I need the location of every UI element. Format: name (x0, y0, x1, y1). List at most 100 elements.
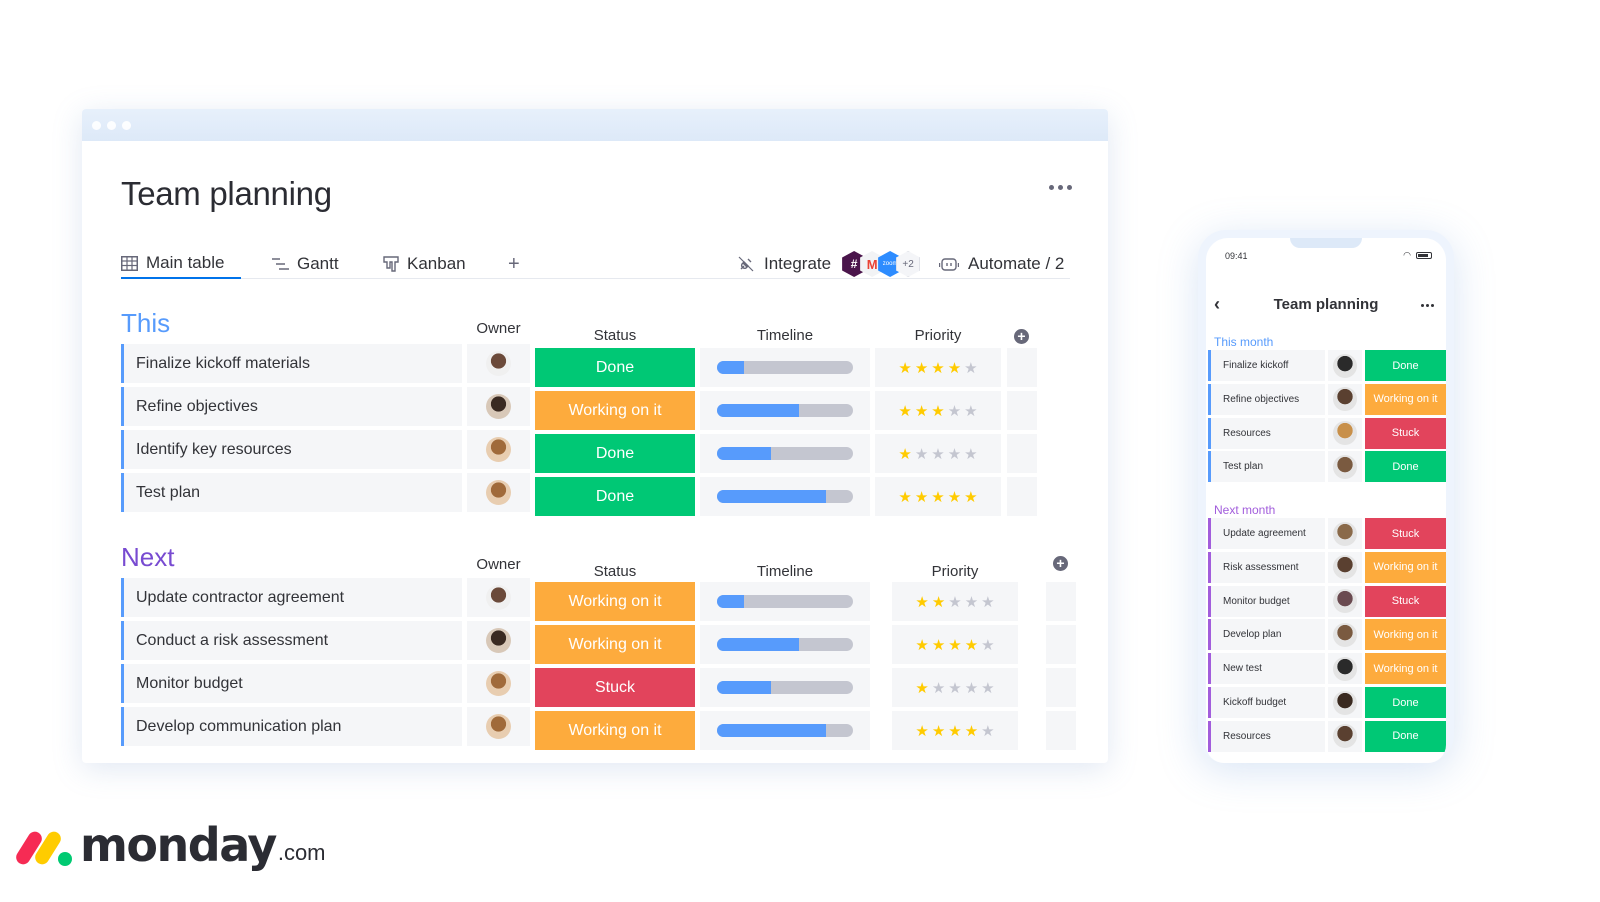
timeline-bar[interactable] (717, 724, 853, 737)
status-badge[interactable]: Working on it (535, 391, 695, 430)
star-icon[interactable]: ★ (915, 488, 928, 506)
star-icon[interactable]: ★ (981, 679, 994, 697)
phone-item-name[interactable]: Risk assessment (1208, 551, 1325, 583)
avatar[interactable] (1333, 555, 1357, 580)
avatar[interactable] (486, 585, 511, 610)
star-icon[interactable]: ★ (981, 593, 994, 611)
timeline-bar[interactable] (717, 404, 853, 417)
item-name[interactable]: Conduct a risk assessment (121, 621, 462, 660)
status-badge[interactable]: Working on it (535, 625, 695, 664)
item-name[interactable]: Test plan (121, 473, 462, 512)
star-icon[interactable]: ★ (948, 679, 961, 697)
star-icon[interactable]: ★ (931, 402, 944, 420)
avatar[interactable] (486, 714, 511, 739)
star-icon[interactable]: ★ (915, 445, 928, 463)
add-view-button[interactable]: + (508, 249, 520, 279)
phone-item-name[interactable]: Refine objectives (1208, 383, 1325, 415)
star-icon[interactable]: ★ (965, 679, 978, 697)
star-icon[interactable]: ★ (915, 359, 928, 377)
avatar[interactable] (486, 628, 511, 653)
empty-cell[interactable] (1046, 668, 1076, 707)
avatar[interactable] (1333, 353, 1357, 378)
tab-gantt[interactable]: Gantt (272, 249, 339, 279)
add-column-button[interactable]: + (1053, 556, 1068, 571)
phone-status-badge[interactable]: Stuck (1365, 585, 1446, 617)
star-icon[interactable]: ★ (965, 593, 978, 611)
phone-status-badge[interactable]: Done (1365, 687, 1446, 718)
star-icon[interactable]: ★ (965, 722, 978, 740)
avatar[interactable] (1333, 387, 1357, 412)
empty-cell[interactable] (1007, 477, 1037, 516)
star-icon[interactable]: ★ (931, 445, 944, 463)
star-icon[interactable]: ★ (915, 636, 928, 654)
item-name[interactable]: Develop communication plan (121, 707, 462, 746)
timeline-bar[interactable] (717, 447, 853, 460)
phone-status-badge[interactable]: Working on it (1365, 383, 1446, 415)
star-icon[interactable]: ★ (915, 679, 928, 697)
star-icon[interactable]: ★ (948, 488, 961, 506)
integrate-button[interactable]: Integrate # M zoom +2 (737, 249, 921, 279)
star-icon[interactable]: ★ (915, 722, 928, 740)
phone-item-name[interactable]: Finalize kickoff (1208, 350, 1325, 381)
timeline-bar[interactable] (717, 638, 853, 651)
empty-cell[interactable] (1046, 582, 1076, 621)
phone-item-name[interactable]: Develop plan (1208, 619, 1325, 651)
more-options-button[interactable] (1049, 185, 1072, 190)
avatar[interactable] (1333, 589, 1357, 614)
phone-status-badge[interactable]: Stuck (1365, 518, 1446, 549)
timeline-bar[interactable] (717, 361, 853, 374)
phone-item-name[interactable]: Update agreement (1208, 518, 1325, 549)
star-icon[interactable]: ★ (964, 445, 977, 463)
phone-item-name[interactable]: Resources (1208, 417, 1325, 449)
avatar[interactable] (486, 480, 511, 505)
avatar[interactable] (1333, 521, 1357, 546)
star-icon[interactable]: ★ (948, 402, 961, 420)
star-icon[interactable]: ★ (932, 636, 945, 654)
status-badge[interactable]: Stuck (535, 668, 695, 707)
star-icon[interactable]: ★ (981, 636, 994, 654)
empty-cell[interactable] (1007, 434, 1037, 473)
star-icon[interactable]: ★ (931, 488, 944, 506)
empty-cell[interactable] (1007, 348, 1037, 387)
star-icon[interactable]: ★ (948, 445, 961, 463)
empty-cell[interactable] (1046, 625, 1076, 664)
phone-group-title[interactable]: This month (1214, 335, 1273, 349)
item-name[interactable]: Monitor budget (121, 664, 462, 703)
status-badge[interactable]: Working on it (535, 711, 695, 750)
star-icon[interactable]: ★ (964, 488, 977, 506)
avatar[interactable] (1333, 622, 1357, 647)
star-icon[interactable]: ★ (931, 359, 944, 377)
avatar[interactable] (486, 351, 511, 376)
phone-status-badge[interactable]: Done (1365, 451, 1446, 483)
timeline-bar[interactable] (717, 595, 853, 608)
phone-status-badge[interactable]: Working on it (1365, 551, 1446, 583)
status-badge[interactable]: Done (535, 348, 695, 387)
phone-status-badge[interactable]: Working on it (1365, 619, 1446, 651)
empty-cell[interactable] (1046, 711, 1076, 750)
empty-cell[interactable] (1007, 391, 1037, 430)
star-icon[interactable]: ★ (898, 402, 911, 420)
star-icon[interactable]: ★ (948, 593, 961, 611)
star-icon[interactable]: ★ (932, 722, 945, 740)
avatar[interactable] (1333, 724, 1357, 749)
status-badge[interactable]: Working on it (535, 582, 695, 621)
phone-status-badge[interactable]: Stuck (1365, 417, 1446, 449)
item-name[interactable]: Update contractor agreement (121, 578, 462, 617)
status-badge[interactable]: Done (535, 477, 695, 516)
star-icon[interactable]: ★ (932, 593, 945, 611)
star-icon[interactable]: ★ (964, 402, 977, 420)
star-icon[interactable]: ★ (932, 679, 945, 697)
tab-kanban[interactable]: Kanban (383, 249, 466, 279)
item-name[interactable]: Finalize kickoff materials (121, 344, 462, 383)
star-icon[interactable]: ★ (898, 488, 911, 506)
phone-status-badge[interactable]: Working on it (1365, 653, 1446, 685)
avatar[interactable] (1333, 690, 1357, 715)
phone-item-name[interactable]: Resources (1208, 720, 1325, 752)
status-badge[interactable]: Done (535, 434, 695, 473)
item-name[interactable]: Identify key resources (121, 430, 462, 469)
star-icon[interactable]: ★ (981, 722, 994, 740)
star-icon[interactable]: ★ (964, 359, 977, 377)
avatar[interactable] (486, 671, 511, 696)
avatar[interactable] (486, 394, 511, 419)
star-icon[interactable]: ★ (915, 402, 928, 420)
